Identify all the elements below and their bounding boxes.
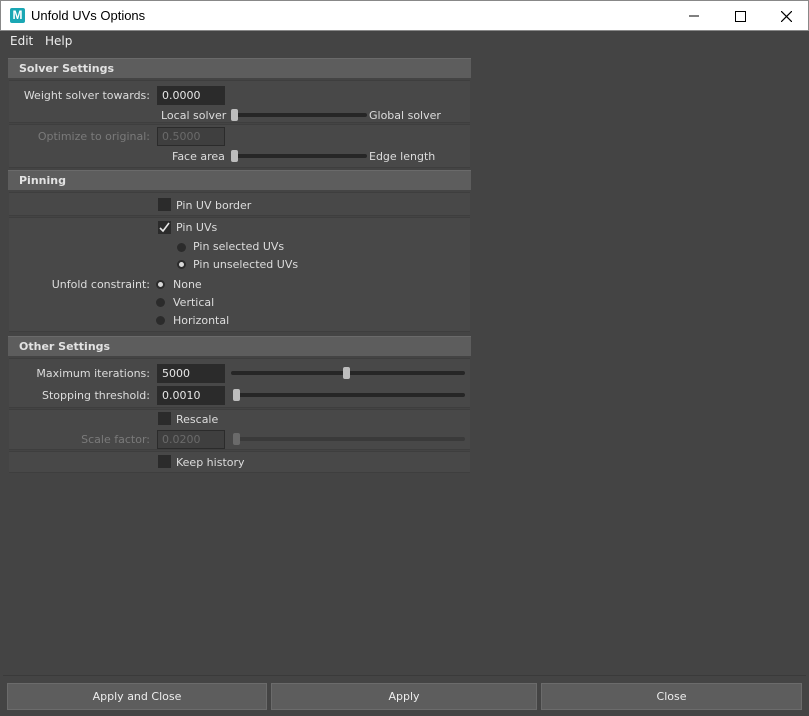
stopping-threshold-label: Stopping threshold: xyxy=(41,389,150,402)
optimize-slider-handle[interactable] xyxy=(231,150,238,162)
pin-selected-radio[interactable] xyxy=(177,243,186,252)
group-rescale: Rescale Scale factor: 0.0200 xyxy=(9,409,470,450)
global-solver-label: Global solver xyxy=(369,109,441,122)
checkmark-icon xyxy=(159,222,170,233)
section-header-solver[interactable]: Solver Settings xyxy=(8,58,471,78)
group-pin-border: Pin UV border xyxy=(9,192,470,216)
minimize-icon xyxy=(689,15,699,17)
max-iterations-field[interactable]: 5000 xyxy=(157,364,225,383)
pin-uv-border-label: Pin UV border xyxy=(176,199,252,212)
maximize-button[interactable] xyxy=(717,1,763,31)
scale-factor-field[interactable]: 0.0200 xyxy=(157,430,225,449)
weight-solver-field[interactable]: 0.0000 xyxy=(157,86,225,105)
constraint-vertical-radio[interactable] xyxy=(156,298,165,307)
apply-button[interactable]: Apply xyxy=(271,683,537,710)
group-iterations: Maximum iterations: 5000 Stopping thresh… xyxy=(9,358,470,408)
close-icon xyxy=(780,10,792,22)
optimize-field[interactable]: 0.5000 xyxy=(157,127,225,146)
stopping-threshold-slider-handle[interactable] xyxy=(233,389,240,401)
scale-factor-slider[interactable] xyxy=(233,437,465,441)
constraint-none-label: None xyxy=(173,278,202,291)
menu-edit[interactable]: Edit xyxy=(10,34,33,48)
section-title: Pinning xyxy=(19,174,66,187)
keep-history-checkbox[interactable] xyxy=(158,455,171,468)
pin-selected-label: Pin selected UVs xyxy=(193,240,285,253)
face-area-label: Face area xyxy=(172,150,225,163)
constraint-vertical-label: Vertical xyxy=(173,296,215,309)
section-title: Solver Settings xyxy=(19,62,115,75)
constraint-none-radio[interactable] xyxy=(156,280,165,289)
maya-app-icon: M xyxy=(10,8,25,23)
maximize-icon xyxy=(734,10,746,22)
section-title: Other Settings xyxy=(19,340,111,353)
title-bar: M Unfold UVs Options xyxy=(0,0,809,31)
scale-factor-label: Scale factor: xyxy=(81,433,150,446)
constraint-horizontal-radio[interactable] xyxy=(156,316,165,325)
local-solver-label: Local solver xyxy=(161,109,227,122)
section-header-pinning[interactable]: Pinning xyxy=(8,170,471,190)
pin-uv-border-checkbox[interactable] xyxy=(158,198,171,211)
close-window-button[interactable] xyxy=(763,1,809,31)
edge-length-label: Edge length xyxy=(369,150,436,163)
window-title: Unfold UVs Options xyxy=(31,8,146,23)
pin-unselected-radio[interactable] xyxy=(177,260,186,269)
max-iterations-label: Maximum iterations: xyxy=(36,367,150,380)
pin-unselected-label: Pin unselected UVs xyxy=(193,258,299,271)
group-weight-solver: Weight solver towards: 0.0000 Local solv… xyxy=(9,80,470,123)
menu-help[interactable]: Help xyxy=(45,34,72,48)
scale-factor-slider-handle[interactable] xyxy=(233,433,240,445)
rescale-checkbox[interactable] xyxy=(158,412,171,425)
rescale-label: Rescale xyxy=(176,413,219,426)
close-button[interactable]: Close xyxy=(541,683,802,710)
weight-solver-slider-handle[interactable] xyxy=(231,109,238,121)
weight-solver-label: Weight solver towards: xyxy=(23,89,150,102)
constraint-horizontal-label: Horizontal xyxy=(173,314,230,327)
optimize-label: Optimize to original: xyxy=(37,130,150,143)
group-optimize: Optimize to original: 0.5000 Face area E… xyxy=(9,124,470,168)
stopping-threshold-field[interactable]: 0.0010 xyxy=(157,386,225,405)
weight-solver-slider[interactable] xyxy=(231,113,367,117)
pin-uvs-checkbox[interactable] xyxy=(158,221,171,234)
keep-history-label: Keep history xyxy=(176,456,245,469)
pin-uvs-label: Pin UVs xyxy=(176,221,218,234)
unfold-constraint-label: Unfold constraint: xyxy=(51,278,150,291)
group-keep-history: Keep history xyxy=(9,451,470,473)
optimize-slider[interactable] xyxy=(231,154,367,158)
minimize-button[interactable] xyxy=(671,1,717,31)
stopping-threshold-slider[interactable] xyxy=(233,393,465,397)
apply-and-close-button[interactable]: Apply and Close xyxy=(7,683,267,710)
group-pin-uvs: Pin UVs Pin selected UVs Pin unselected … xyxy=(9,217,470,332)
section-header-other[interactable]: Other Settings xyxy=(8,336,471,356)
max-iterations-slider-handle[interactable] xyxy=(343,367,350,379)
menu-bar: Edit Help xyxy=(0,31,809,52)
